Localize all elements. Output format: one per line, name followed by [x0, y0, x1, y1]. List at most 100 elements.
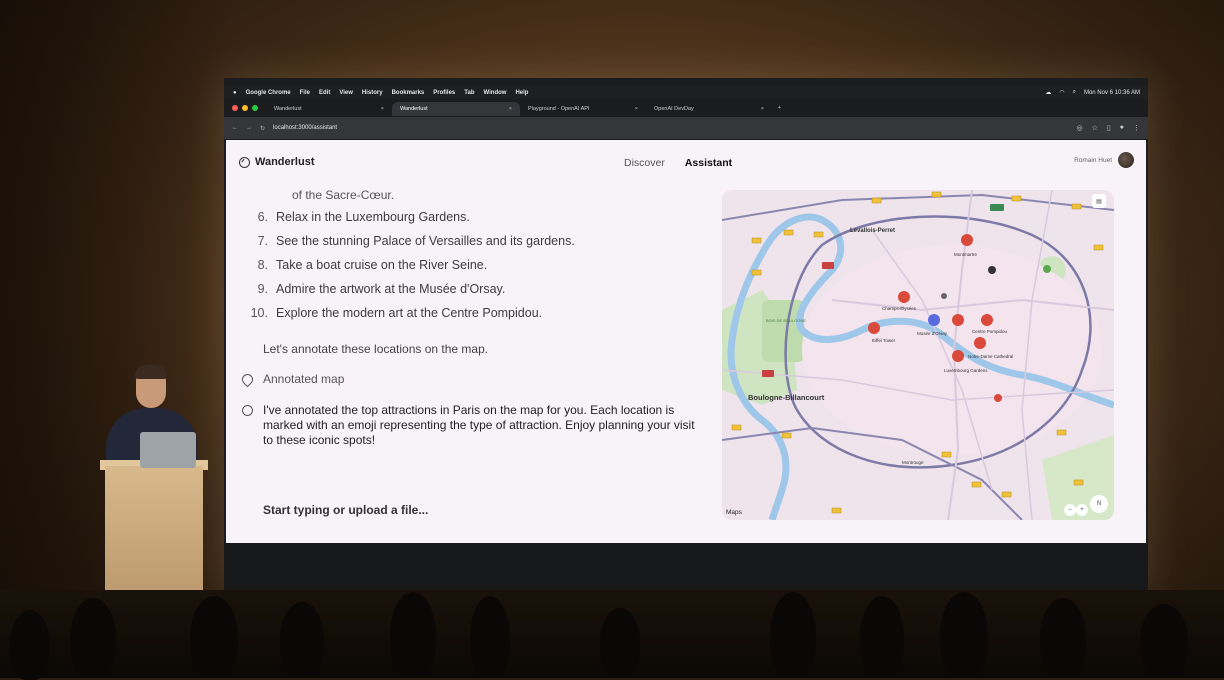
- search-icon[interactable]: ⌕: [1073, 89, 1076, 96]
- presenter-hair: [135, 365, 167, 379]
- apple-icon[interactable]: ●: [233, 90, 237, 96]
- zoom-out-button[interactable]: −: [1064, 504, 1076, 516]
- close-icon[interactable]: ×: [635, 106, 638, 112]
- tab-label: OpenAI DevDay: [654, 106, 694, 112]
- list-item: 6. Relax in the Luxembourg Gardens.: [257, 210, 470, 224]
- menu-bookmarks[interactable]: Bookmarks: [392, 90, 425, 96]
- audience-head: [390, 592, 436, 678]
- map-label-levallois: Levallois-Perret: [850, 228, 895, 234]
- audience-head: [860, 596, 904, 678]
- list-item: 9. Admire the artwork at the Musée d'Orsa…: [257, 282, 506, 296]
- brand[interactable]: Wanderlust: [239, 156, 315, 168]
- orsay-pin-icon: [928, 314, 940, 326]
- browser-tabbar: Wanderlust × Wanderlust × Playground - Ope…: [224, 100, 1148, 116]
- partial-list-line: of the Sacre-Cœur.: [292, 188, 395, 202]
- maps-attribution: Maps: [726, 509, 742, 516]
- menu-profiles[interactable]: Profiles: [433, 90, 455, 96]
- audience-head: [280, 602, 324, 678]
- luxembourg-pin-icon: [952, 350, 964, 362]
- close-window-button[interactable]: [232, 105, 238, 111]
- user-menu[interactable]: Romain Huet: [1074, 152, 1134, 168]
- map-label-notredame: Notre-Dame Cathedral: [968, 354, 1013, 359]
- map-label-montrouge: Montrouge: [902, 460, 924, 465]
- audience-head: [1040, 598, 1086, 678]
- montmartre-pin-icon: [961, 234, 973, 246]
- menu-help[interactable]: Help: [515, 90, 528, 96]
- audience-head: [600, 608, 640, 678]
- nav-assistant[interactable]: Assistant: [685, 157, 732, 169]
- map-label-pompidou: Centre Pompidou: [972, 329, 1008, 334]
- map-label-champs: Champs-Élysées: [882, 305, 917, 311]
- composer: [263, 503, 663, 517]
- menu-history[interactable]: History: [362, 90, 383, 96]
- hospital-pin-icon: [994, 394, 1002, 402]
- road-sign: [990, 204, 1004, 211]
- tab-label: Wanderlust: [274, 106, 302, 112]
- palace-icon: [941, 293, 947, 299]
- profile-icon[interactable]: ●: [1120, 124, 1124, 132]
- chat-thread: of the Sacre-Cœur. 6. Relax in the Luxemb…: [239, 184, 712, 543]
- tab-devday[interactable]: OpenAI DevDay ×: [646, 102, 772, 116]
- compass-icon: [239, 156, 250, 168]
- back-icon[interactable]: ←: [232, 125, 238, 132]
- map-label-eiffel: Eiffel Tower: [872, 338, 896, 343]
- bookmark-star-icon[interactable]: ☆: [1092, 124, 1098, 132]
- forward-icon[interactable]: →: [246, 125, 252, 132]
- address-bar[interactable]: localhost:3000/assistant: [273, 125, 337, 131]
- new-tab-icon[interactable]: +: [778, 105, 781, 111]
- brand-name: Wanderlust: [255, 156, 315, 168]
- audience-head: [10, 610, 50, 680]
- menu-tab[interactable]: Tab: [464, 90, 474, 96]
- cloud-icon[interactable]: ☁: [1045, 89, 1051, 96]
- location-icon[interactable]: ◎: [1077, 124, 1083, 132]
- menubar-clock[interactable]: Mon Nov 6 10:36 AM: [1084, 90, 1140, 96]
- wifi-icon[interactable]: ◠: [1059, 89, 1064, 96]
- city-area: [802, 245, 1102, 455]
- more-menu-icon[interactable]: ⋮: [1133, 124, 1140, 132]
- tool-call-row[interactable]: Annotated map: [239, 371, 703, 388]
- louvre-pin-icon: [952, 314, 964, 326]
- menu-file[interactable]: File: [300, 90, 310, 96]
- reload-icon[interactable]: ↻: [260, 125, 265, 132]
- road-sign: [822, 262, 834, 269]
- audience-head: [940, 592, 988, 678]
- compass-button[interactable]: N: [1090, 495, 1108, 513]
- map-pin-icon: [239, 371, 256, 388]
- avatar[interactable]: [1118, 152, 1134, 168]
- menu-view[interactable]: View: [339, 90, 353, 96]
- tab-wanderlust-active[interactable]: Wanderlust ×: [392, 102, 520, 116]
- zoom-window-button[interactable]: [252, 105, 258, 111]
- close-icon[interactable]: ×: [381, 106, 384, 112]
- map-layers-icon[interactable]: ▤: [1092, 194, 1106, 208]
- close-icon[interactable]: ×: [509, 106, 512, 112]
- minimize-window-button[interactable]: [242, 105, 248, 111]
- zoom-in-button[interactable]: +: [1076, 504, 1088, 516]
- map-label-orsay: Musée d'Orsay: [917, 331, 948, 336]
- app-header: Wanderlust Discover Assistant Romain Hue…: [226, 140, 1146, 184]
- map-view[interactable]: Levallois-Perret Montmartre Champs-Élysé…: [722, 190, 1114, 520]
- app-page: Wanderlust Discover Assistant Romain Hue…: [226, 140, 1146, 543]
- window-controls: [232, 105, 258, 111]
- park-pin-icon: [1043, 265, 1051, 273]
- menu-window[interactable]: Window: [484, 90, 507, 96]
- map-canvas: Levallois-Perret Montmartre Champs-Élysé…: [722, 190, 1114, 520]
- map-label-luxembourg: Luxembourg Gardens: [944, 368, 988, 373]
- menu-app-name[interactable]: Google Chrome: [246, 90, 291, 96]
- landmark-icon: [988, 266, 996, 274]
- laptop: [140, 432, 196, 468]
- tab-playground[interactable]: Playground - OpenAI API ×: [520, 102, 646, 116]
- tab-label: Playground - OpenAI API: [528, 106, 590, 112]
- sidepanel-icon[interactable]: ▯: [1107, 124, 1111, 132]
- map-label-montmartre: Montmartre: [954, 252, 978, 257]
- tab-wanderlust-1[interactable]: Wanderlust ×: [266, 102, 392, 116]
- main-nav: Discover Assistant: [624, 157, 732, 169]
- nav-discover[interactable]: Discover: [624, 157, 665, 169]
- map-label-bois: BOIS DE BOULOGNE: [766, 318, 806, 323]
- audience-head: [70, 598, 116, 678]
- close-icon[interactable]: ×: [761, 106, 764, 112]
- list-item: 7. See the stunning Palace of Versailles …: [257, 234, 575, 248]
- assistant-message-row: I've annotated the top attractions in Pa…: [242, 403, 703, 448]
- message-input[interactable]: [263, 503, 663, 517]
- list-item: 8. Take a boat cruise on the River Seine.: [257, 258, 488, 272]
- menu-edit[interactable]: Edit: [319, 90, 330, 96]
